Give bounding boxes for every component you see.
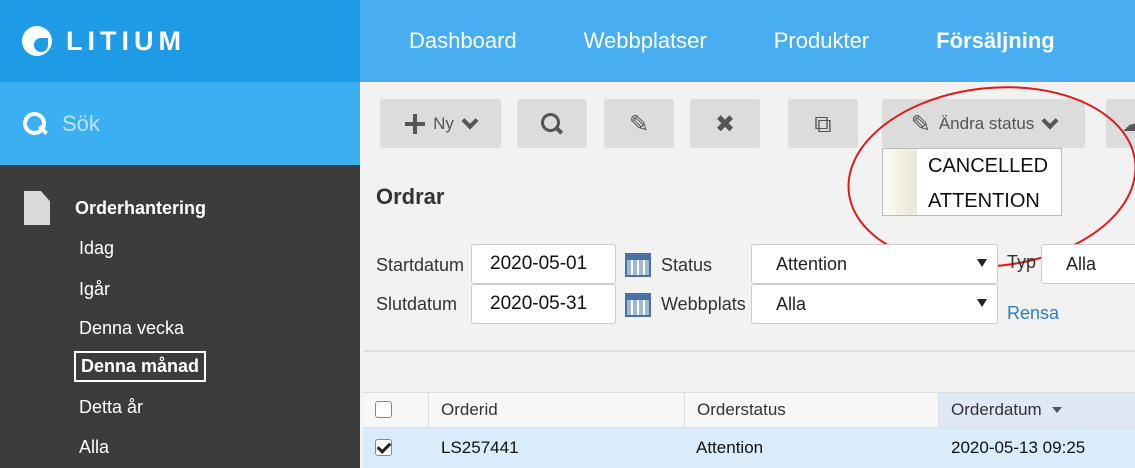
nav-forsaljning[interactable]: Försäljning (936, 28, 1055, 54)
sort-descending-icon (1051, 407, 1062, 413)
chevron-down-icon (1041, 112, 1059, 129)
column-orderdatum[interactable]: Orderdatum (938, 393, 1135, 427)
close-icon: ✖ (714, 109, 736, 138)
edit-button[interactable]: ✎ (604, 99, 674, 148)
cell-orderid: LS257441 (441, 438, 519, 457)
select-all-checkbox[interactable] (375, 401, 392, 418)
sidebar-search (0, 82, 360, 165)
start-date-input[interactable]: 2020-05-01 (471, 244, 616, 284)
select-arrow-icon (977, 259, 987, 267)
dropdown-gutter (883, 149, 917, 215)
change-status-button[interactable]: ✎ Ändra status (882, 99, 1085, 148)
status-option-cancelled[interactable]: CANCELLED (928, 155, 1048, 178)
search-button[interactable] (517, 99, 587, 148)
select-arrow-icon (977, 299, 987, 307)
new-button-label: Ny (433, 113, 454, 133)
sidebar-item-igar[interactable]: Igår (79, 279, 110, 300)
search-input[interactable] (62, 105, 322, 142)
column-orderstatus[interactable]: Orderstatus (684, 393, 938, 427)
page-title: Ordrar (376, 184, 445, 209)
plus-icon (405, 113, 426, 134)
type-select[interactable]: Alla (1041, 244, 1135, 284)
litium-logo-icon (22, 26, 52, 56)
status-dropdown-menu: CANCELLED ATTENTION (882, 148, 1062, 216)
copy-button[interactable]: ⧉ (788, 99, 858, 148)
chevron-down-icon (461, 112, 479, 129)
calendar-icon[interactable] (625, 293, 651, 317)
cell-orderstatus: Attention (696, 438, 764, 457)
site-label: Webbplats (661, 294, 746, 314)
status-select[interactable]: Attention (751, 244, 998, 284)
nav-dashboard[interactable]: Dashboard (409, 28, 517, 54)
calendar-icon[interactable] (625, 253, 651, 277)
cloud-icon: ☁ (1122, 111, 1135, 136)
start-date-label: Startdatum (376, 255, 465, 275)
top-navigation: Dashboard Webbplatser Produkter Försäljn… (360, 0, 1135, 82)
status-select-value: Attention (776, 253, 848, 274)
document-icon (24, 191, 50, 225)
site-select[interactable]: Alla (751, 284, 998, 324)
site-select-value: Alla (776, 293, 807, 314)
sidebar-item-denna-manad[interactable]: Denna månad (74, 351, 207, 382)
cell-orderdatum: 2020-05-13 09:25 (951, 438, 1086, 457)
search-icon (540, 112, 564, 136)
sidebar-section-label: Orderhantering (75, 197, 207, 218)
new-button[interactable]: Ny (380, 99, 501, 148)
table-header: Orderid Orderstatus Orderdatum (363, 392, 1135, 428)
sidebar-item-idag[interactable]: Idag (79, 238, 114, 259)
status-option-attention[interactable]: ATTENTION (928, 190, 1040, 213)
main-content: Ny ✎ ✖ ⧉ ✎ Ändra status ☁ CANCELLED ATTE… (360, 72, 1135, 468)
clear-filters-link[interactable]: Rensa (1007, 303, 1059, 324)
sidebar-item-alla[interactable]: Alla (79, 437, 109, 458)
status-label: Status (661, 255, 713, 275)
end-date-input[interactable]: 2020-05-31 (471, 284, 616, 324)
delete-button[interactable]: ✖ (690, 99, 760, 148)
sidebar: Orderhantering Idag Igår Denna vecka Den… (0, 165, 360, 468)
change-status-label: Ändra status (938, 113, 1035, 133)
sidebar-section-orderhantering[interactable]: Orderhantering (24, 191, 206, 225)
search-icon[interactable] (22, 111, 48, 137)
pencil-icon: ✎ (628, 109, 650, 138)
type-select-value: Alla (1066, 253, 1097, 274)
nav-webbplatser[interactable]: Webbplatser (584, 28, 707, 54)
copy-icon: ⧉ (814, 109, 832, 138)
column-orderdatum-label: Orderdatum (951, 400, 1042, 419)
brand-name: LITIUM (66, 25, 186, 56)
section-divider (363, 350, 1135, 352)
type-label: Typ (1007, 252, 1037, 272)
pencil-icon: ✎ (910, 109, 931, 138)
brand-area[interactable]: LITIUM (0, 0, 360, 82)
sidebar-item-denna-vecka[interactable]: Denna vecka (79, 318, 184, 339)
more-button[interactable]: ☁ (1106, 99, 1135, 148)
column-orderid[interactable]: Orderid (428, 393, 684, 427)
row-checkbox[interactable] (375, 439, 392, 456)
sidebar-item-detta-ar[interactable]: Detta år (79, 397, 143, 418)
nav-produkter[interactable]: Produkter (774, 28, 869, 54)
end-date-label: Slutdatum (376, 294, 458, 314)
table-row[interactable]: LS257441 Attention 2020-05-13 09:25 (363, 428, 1135, 468)
